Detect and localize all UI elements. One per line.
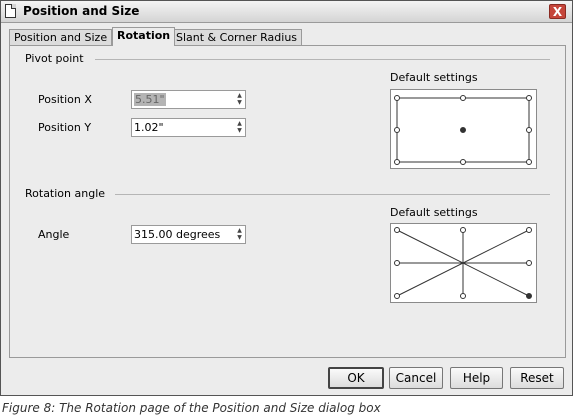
angle-value: 315.00 degrees — [134, 228, 221, 241]
angle-point-180[interactable] — [394, 260, 400, 266]
angle-point-0[interactable] — [526, 260, 532, 266]
pivot-point-middle-right[interactable] — [526, 127, 532, 133]
angle-point-135[interactable] — [394, 227, 400, 233]
position-x-field[interactable]: 5.51" ▲ ▼ — [131, 90, 246, 109]
pivot-default-settings-preview[interactable] — [390, 89, 537, 169]
angle-point-270[interactable] — [460, 293, 466, 299]
title-bar: Position and Size X — [1, 1, 572, 23]
angle-spin-icon[interactable]: ▲ ▼ — [236, 227, 243, 242]
dialog-title: Position and Size — [23, 4, 140, 18]
pivot-point-top-center[interactable] — [460, 95, 466, 101]
position-y-value: 1.02" — [134, 121, 164, 134]
pivot-divider — [95, 59, 550, 60]
ok-button[interactable]: OK — [328, 367, 384, 389]
pivot-point-bottom-right[interactable] — [526, 159, 532, 165]
angle-point-45[interactable] — [526, 227, 532, 233]
angle-point-225[interactable] — [394, 293, 400, 299]
tab-rotation[interactable]: Rotation — [112, 27, 176, 46]
rotation-angles-graphic — [394, 227, 532, 299]
position-and-size-dialog: Position and Size X Position and Size Ro… — [0, 0, 573, 396]
position-y-label: Position Y — [38, 121, 92, 134]
pivot-point-top-right[interactable] — [526, 95, 532, 101]
pivot-point-top-left[interactable] — [394, 95, 400, 101]
rotation-default-settings-label: Default settings — [390, 206, 478, 219]
angle-label: Angle — [38, 228, 70, 241]
pivot-point-heading: Pivot point — [25, 52, 84, 65]
pivot-point-bottom-left[interactable] — [394, 159, 400, 165]
angle-field[interactable]: 315.00 degrees ▲ ▼ — [131, 225, 246, 244]
reset-button[interactable]: Reset — [510, 367, 564, 389]
position-y-field[interactable]: 1.02" ▲ ▼ — [131, 118, 246, 137]
position-x-label: Position X — [38, 93, 92, 106]
tab-position-and-size[interactable]: Position and Size — [9, 29, 113, 46]
position-x-value: 5.51" — [134, 93, 166, 106]
rotation-default-settings-preview[interactable] — [390, 223, 537, 303]
help-button[interactable]: Help — [450, 367, 503, 389]
pivot-point-bottom-center[interactable] — [460, 159, 466, 165]
position-y-spin-icon[interactable]: ▲ ▼ — [236, 120, 243, 135]
figure-caption: Figure 8: The Rotation page of the Posit… — [2, 401, 381, 415]
tab-panel: Pivot point Position X 5.51" ▲ ▼ Position… — [9, 45, 566, 358]
pivot-point-center-selected[interactable] — [460, 127, 466, 133]
rotation-angle-heading: Rotation angle — [25, 187, 106, 200]
pivot-points-graphic — [394, 95, 532, 165]
document-icon — [5, 4, 16, 18]
position-x-spin-icon[interactable]: ▲ ▼ — [236, 92, 243, 107]
pivot-point-middle-left[interactable] — [394, 127, 400, 133]
angle-point-315-selected[interactable] — [526, 293, 532, 299]
rotation-divider — [115, 194, 550, 195]
pivot-default-settings-label: Default settings — [390, 71, 478, 84]
angle-point-90[interactable] — [460, 227, 466, 233]
cancel-button[interactable]: Cancel — [389, 367, 443, 389]
close-button[interactable]: X — [549, 4, 566, 19]
tab-slant-corner-radius[interactable]: Slant & Corner Radius — [171, 29, 303, 46]
